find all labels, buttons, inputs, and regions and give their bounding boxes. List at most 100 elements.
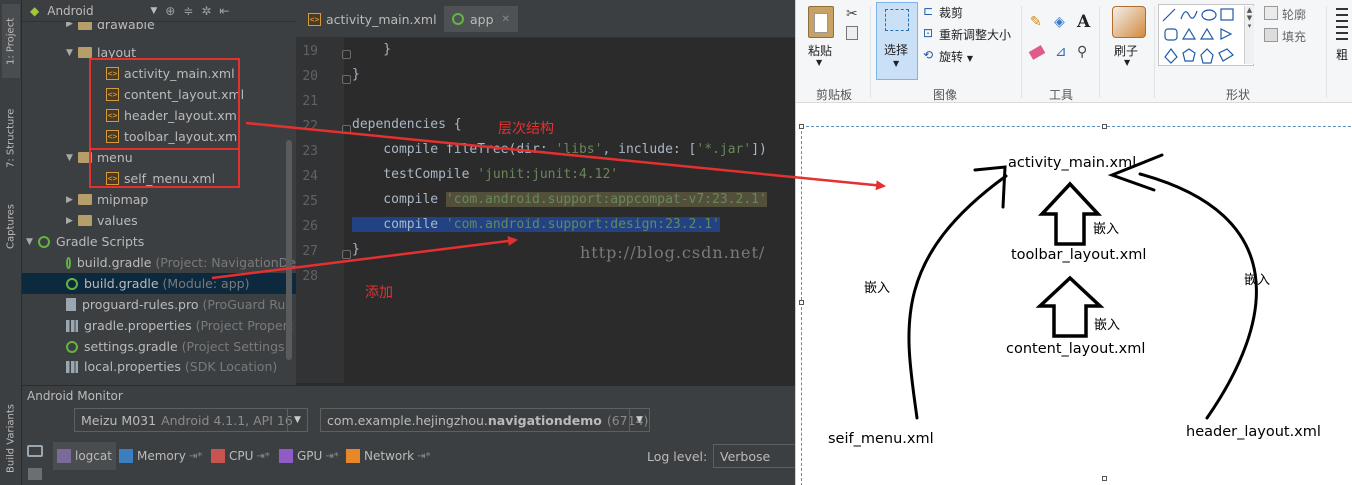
pin-icon[interactable]: ⇥* [189, 451, 202, 462]
monitor-tab-network[interactable]: Network ⇥* [342, 442, 435, 470]
gradle-icon [452, 13, 464, 25]
chevron-down-icon: ▼ [966, 54, 973, 63]
diagram-label-embed: 嵌入 [1244, 273, 1271, 288]
editor-tab-bar: <> activity_main.xml ✕ app ✕ [296, 0, 795, 38]
tree-file-local-properties[interactable]: local.properties (SDK Location) [22, 357, 296, 378]
close-icon[interactable]: ✕ [502, 14, 510, 25]
line-number: 21 [302, 94, 318, 109]
resize-handle[interactable] [1102, 476, 1107, 481]
tree-gradle-scripts[interactable]: ▼ Gradle Scripts [22, 231, 296, 252]
pin-icon[interactable]: ⇥* [325, 451, 338, 462]
tree-folder-mipmap[interactable]: ▶ mipmap [22, 189, 296, 210]
monitor-tab-logcat[interactable]: logcat [53, 442, 116, 470]
project-view-label: Android [47, 3, 94, 18]
ribbon-separator [1326, 6, 1327, 98]
fold-marker-icon[interactable] [342, 50, 351, 59]
brushes-button[interactable]: 刷子 [1114, 42, 1138, 59]
tab-app[interactable]: app ✕ [444, 6, 518, 32]
resize-handle[interactable] [799, 124, 804, 129]
chevron-down-icon[interactable]: ▼ [816, 58, 822, 67]
collapse-icon[interactable]: ≑ [183, 4, 193, 18]
diagram-label-toolbar-layout: toolbar_layout.xml [1011, 247, 1147, 263]
line-number-gutter [296, 38, 344, 383]
resize-handle[interactable] [1102, 124, 1107, 129]
copy-icon[interactable] [846, 26, 858, 40]
tree-folder-values[interactable]: ▶ values [22, 210, 296, 231]
monitor-tab-memory[interactable]: Memory ⇥* [115, 442, 206, 470]
tool-tab-build-variants[interactable]: Build Variants [2, 398, 20, 480]
process-select[interactable]: com.example.hejingzhou. navigationdemo (6… [320, 408, 650, 432]
diagram-label-embed: 嵌入 [1094, 318, 1121, 333]
shapes-gallery[interactable] [1158, 4, 1254, 66]
eraser-icon[interactable] [1028, 45, 1046, 60]
stroke-size-icon[interactable] [1336, 8, 1348, 40]
device-select[interactable]: Meizu M031 Android 4.1.1, API 16 ▼ [74, 408, 308, 432]
project-view-select[interactable]: Android ▼ [47, 4, 157, 18]
line-number: 27 [302, 244, 318, 259]
tool-tab-project[interactable]: 1: Project [2, 4, 20, 78]
paste-clipboard-icon[interactable] [808, 6, 834, 38]
code-line-23: compile fileTree(dir: 'libs', include: [… [352, 142, 767, 157]
log-level-select[interactable]: Verbose [713, 444, 795, 468]
fill-icon[interactable] [1264, 28, 1278, 42]
fold-marker-icon[interactable] [342, 75, 351, 84]
fill-button[interactable]: 填充 [1282, 28, 1306, 45]
crop-button[interactable]: 裁剪 [939, 4, 963, 21]
pin-icon[interactable]: ⇥* [256, 451, 269, 462]
fold-marker-icon[interactable] [342, 125, 351, 134]
chevron-down-icon[interactable]: ▼ [1124, 58, 1130, 67]
properties-file-icon [66, 361, 78, 373]
rotate-button[interactable]: 旋转 ▼ [939, 48, 973, 65]
text-tool-icon[interactable]: A [1077, 12, 1090, 32]
fold-marker-icon[interactable] [342, 250, 351, 259]
group-label-image: 图像 [933, 88, 958, 102]
screenshot-icon[interactable] [27, 445, 43, 457]
crop-icon[interactable]: ⊏ [923, 4, 933, 18]
outline-icon[interactable] [1264, 6, 1278, 20]
fill-bucket-icon[interactable]: ◈ [1054, 14, 1065, 30]
tree-folder-drawable[interactable]: ▶ drawable [22, 22, 296, 38]
sidebar-tool-icon[interactable] [28, 468, 42, 480]
tree-file-build-gradle-project[interactable]: build.gradle (Project: NavigationDe [22, 252, 296, 273]
log-level-label: Log level: [647, 449, 708, 464]
magnifier-icon[interactable]: ⚲ [1077, 44, 1087, 60]
gradle-icon [66, 277, 78, 290]
hide-icon[interactable]: ⇤ [219, 4, 229, 18]
cut-icon[interactable]: ✂ [846, 6, 858, 22]
size-button[interactable]: 粗 [1336, 46, 1348, 63]
collapse-arrow-icon: ▼ [66, 47, 73, 58]
paste-button[interactable]: 粘贴 [808, 42, 832, 59]
tool-tab-structure[interactable]: 7: Structure [2, 98, 20, 178]
monitor-tab-gpu[interactable]: GPU ⇥* [275, 442, 343, 470]
select-button[interactable]: 选择 ▼ [876, 2, 918, 80]
gear-icon[interactable]: ✲ [201, 4, 211, 18]
pin-icon[interactable]: ⇥* [417, 451, 430, 462]
resize-icon[interactable]: ⊡ [923, 26, 933, 40]
left-tool-window-strip: 1: Project 7: Structure Captures Build V… [0, 0, 22, 485]
gradle-icon [66, 340, 78, 353]
diagram-label-embed: 嵌入 [1093, 222, 1120, 237]
folder-icon [78, 215, 92, 226]
android-icon: ◆ [30, 3, 40, 18]
tree-file-settings-gradle[interactable]: settings.gradle (Project Settings) [22, 336, 296, 357]
tree-file-gradle-properties[interactable]: gradle.properties (Project Propert [22, 315, 296, 336]
outline-button[interactable]: 轮廓 [1282, 6, 1306, 23]
monitor-tab-cpu[interactable]: CPU ⇥* [207, 442, 274, 470]
shapes-scroll-icon[interactable]: ▲ ▼ ▾ [1244, 6, 1254, 64]
brush-icon[interactable] [1112, 6, 1146, 38]
rotate-icon[interactable]: ⟲ [923, 48, 933, 62]
ribbon-separator [1021, 6, 1022, 98]
tree-file-build-gradle-module[interactable]: build.gradle (Module: app) [22, 273, 296, 294]
color-picker-icon[interactable]: ⊿ [1055, 44, 1067, 60]
pencil-icon[interactable]: ✎ [1030, 14, 1042, 30]
cpu-icon [211, 449, 225, 463]
tab-activity-main[interactable]: <> activity_main.xml ✕ [300, 6, 461, 32]
tool-tab-captures[interactable]: Captures [2, 196, 20, 258]
sync-icon[interactable]: ⊕ [165, 4, 175, 18]
scrollbar[interactable] [286, 140, 292, 360]
resize-button[interactable]: 重新调整大小 [939, 26, 1011, 43]
tree-file-proguard[interactable]: proguard-rules.pro (ProGuard Rul [22, 294, 296, 315]
gradle-icon [66, 256, 71, 269]
resize-handle[interactable] [799, 300, 804, 305]
code-editor[interactable]: } } dependencies { compile fileTree(dir:… [352, 38, 795, 383]
